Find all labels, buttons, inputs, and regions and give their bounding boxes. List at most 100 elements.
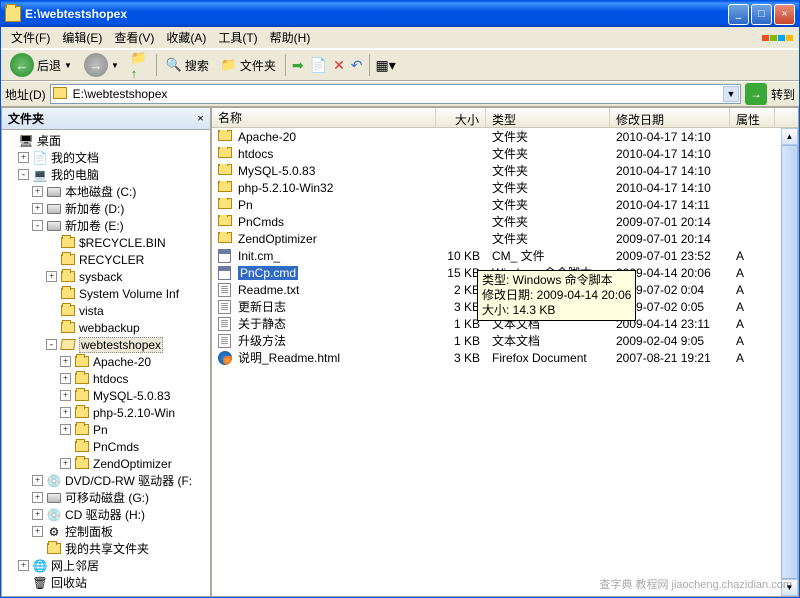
tree-item[interactable]: 我的共享文件夹 — [4, 540, 208, 557]
expand-toggle[interactable]: + — [32, 186, 43, 197]
file-row[interactable]: Apache-20文件夹2010-04-17 14:10 — [212, 128, 798, 145]
address-input[interactable] — [50, 84, 741, 104]
file-row[interactable]: ZendOptimizer文件夹2009-07-01 20:14 — [212, 230, 798, 247]
tree-item[interactable]: $RECYCLE.BIN — [4, 234, 208, 251]
file-row[interactable]: PnCp.cmd15 KBWindows 命令脚本2009-04-14 20:0… — [212, 264, 798, 281]
tree-item[interactable]: +ZendOptimizer — [4, 455, 208, 472]
menu-help[interactable]: 帮助(H) — [264, 27, 317, 48]
file-row[interactable]: 说明_Readme.html3 KBFirefox Document2007-0… — [212, 349, 798, 366]
expand-toggle[interactable]: + — [60, 373, 71, 384]
file-row[interactable]: php-5.2.10-Win32文件夹2010-04-17 14:10 — [212, 179, 798, 196]
toolbar: ← 后退 ▼ → ▼ 📁↑ 🔍 搜索 📁 文件夹 ➡ 📄 ✕ ↶ ▦▾ — [1, 49, 799, 81]
scroll-thumb[interactable] — [781, 145, 798, 579]
menu-view[interactable]: 查看(V) — [108, 27, 160, 48]
col-date[interactable]: 修改日期 — [610, 108, 730, 127]
search-button[interactable]: 🔍 搜索 — [161, 53, 214, 77]
col-attr[interactable]: 属性 — [730, 108, 775, 127]
tree-item[interactable]: +Pn — [4, 421, 208, 438]
expand-toggle[interactable]: + — [32, 509, 43, 520]
undo-icon[interactable]: ↶ — [349, 57, 365, 74]
vertical-scrollbar[interactable]: ▲ ▼ — [781, 128, 798, 596]
tree-item[interactable]: -💻我的电脑 — [4, 166, 208, 183]
expand-toggle[interactable]: + — [46, 271, 57, 282]
menu-file[interactable]: 文件(F) — [5, 27, 56, 48]
tree-item[interactable]: webbackup — [4, 319, 208, 336]
stop-icon[interactable]: 📄 — [308, 57, 329, 74]
file-row[interactable]: Pn文件夹2010-04-17 14:11 — [212, 196, 798, 213]
minimize-button[interactable]: _ — [728, 4, 749, 25]
expand-toggle[interactable]: - — [32, 220, 43, 231]
tree-item[interactable]: +🌐网上邻居 — [4, 557, 208, 574]
expand-toggle[interactable]: + — [32, 203, 43, 214]
file-row[interactable]: MySQL-5.0.83文件夹2010-04-17 14:10 — [212, 162, 798, 179]
expand-toggle[interactable]: - — [46, 339, 57, 350]
back-button[interactable]: ← 后退 ▼ — [5, 53, 77, 77]
tree-item[interactable]: -新加卷 (E:) — [4, 217, 208, 234]
tree-item[interactable]: +💿CD 驱动器 (H:) — [4, 506, 208, 523]
expand-toggle[interactable]: + — [60, 407, 71, 418]
expand-toggle[interactable]: + — [32, 526, 43, 537]
expand-toggle[interactable]: + — [18, 152, 29, 163]
tree-item[interactable]: +新加卷 (D:) — [4, 200, 208, 217]
file-list[interactable]: Apache-20文件夹2010-04-17 14:10htdocs文件夹201… — [212, 128, 798, 596]
views-button[interactable]: ▦▾ — [374, 57, 398, 74]
tree-item[interactable]: +⚙控制面板 — [4, 523, 208, 540]
file-row[interactable]: htdocs文件夹2010-04-17 14:10 — [212, 145, 798, 162]
file-row[interactable]: PnCmds文件夹2009-07-01 20:14 — [212, 213, 798, 230]
expand-toggle[interactable]: + — [60, 424, 71, 435]
col-name[interactable]: 名称 — [212, 108, 436, 127]
cell-date: 2009-04-14 20:06 — [610, 266, 730, 280]
tree-item[interactable]: +本地磁盘 (C:) — [4, 183, 208, 200]
go-button[interactable]: → — [745, 83, 767, 105]
file-row[interactable]: Readme.txt2 KB文本文档2009-07-02 0:04A — [212, 281, 798, 298]
tree-item[interactable]: +Apache-20 — [4, 353, 208, 370]
file-row[interactable]: Init.cm_10 KBCM_ 文件2009-07-01 23:52A — [212, 247, 798, 264]
tree-item[interactable]: +htdocs — [4, 370, 208, 387]
file-row[interactable]: 更新日志3 KB文本文档2009-07-02 0:05A — [212, 298, 798, 315]
file-row[interactable]: 升级方法1 KB文本文档2009-02-04 9:05A — [212, 332, 798, 349]
folders-button[interactable]: 📁 文件夹 — [216, 53, 281, 77]
tree-item[interactable]: 🖥桌面 — [4, 132, 208, 149]
tree-item[interactable]: +💿DVD/CD-RW 驱动器 (F: — [4, 472, 208, 489]
tree-item[interactable]: System Volume Inf — [4, 285, 208, 302]
tree-item[interactable]: +可移动磁盘 (G:) — [4, 489, 208, 506]
delete-icon[interactable]: ✕ — [331, 57, 347, 74]
tree-item[interactable]: +📄我的文档 — [4, 149, 208, 166]
address-dropdown[interactable]: ▼ — [723, 86, 739, 102]
expand-toggle[interactable]: + — [32, 475, 43, 486]
tree-item[interactable]: RECYCLER — [4, 251, 208, 268]
menu-favorites[interactable]: 收藏(A) — [160, 27, 212, 48]
menu-edit[interactable]: 编辑(E) — [56, 27, 108, 48]
close-button[interactable]: × — [774, 4, 795, 25]
cell-date: 2009-02-04 9:05 — [610, 334, 730, 348]
cell-name: Readme.txt — [212, 283, 436, 297]
titlebar[interactable]: E:\webtestshopex _ □ × — [1, 1, 799, 27]
cell-date: 2009-07-01 23:52 — [610, 249, 730, 263]
up-button[interactable]: 📁↑ — [126, 53, 152, 77]
expand-toggle[interactable]: + — [60, 458, 71, 469]
file-row[interactable]: 关于静态1 KB文本文档2009-04-14 23:11A — [212, 315, 798, 332]
tree-item[interactable]: PnCmds — [4, 438, 208, 455]
folder-tree[interactable]: 🖥桌面+📄我的文档-💻我的电脑+本地磁盘 (C:)+新加卷 (D:)-新加卷 (… — [2, 130, 210, 596]
scroll-up-button[interactable]: ▲ — [781, 128, 798, 145]
go-label: 转到 — [771, 86, 795, 103]
tree-item[interactable]: vista — [4, 302, 208, 319]
menu-tools[interactable]: 工具(T) — [212, 27, 263, 48]
col-size[interactable]: 大小 — [436, 108, 486, 127]
tree-item[interactable]: +MySQL-5.0.83 — [4, 387, 208, 404]
expand-toggle[interactable]: + — [60, 356, 71, 367]
maximize-button[interactable]: □ — [751, 4, 772, 25]
tree-item[interactable]: 🗑回收站 — [4, 574, 208, 591]
expand-toggle[interactable]: + — [18, 560, 29, 571]
col-type[interactable]: 类型 — [486, 108, 610, 127]
tree-item[interactable]: +sysback — [4, 268, 208, 285]
cell-attr: A — [730, 351, 775, 365]
expand-toggle[interactable]: + — [60, 390, 71, 401]
expand-toggle[interactable]: - — [18, 169, 29, 180]
tree-item[interactable]: -webtestshopex — [4, 336, 208, 353]
go-icon[interactable]: ➡ — [290, 57, 306, 74]
forward-button[interactable]: → ▼ — [79, 53, 124, 77]
sidebar-close-button[interactable]: × — [197, 111, 204, 126]
expand-toggle[interactable]: + — [32, 492, 43, 503]
tree-item[interactable]: +php-5.2.10-Win — [4, 404, 208, 421]
